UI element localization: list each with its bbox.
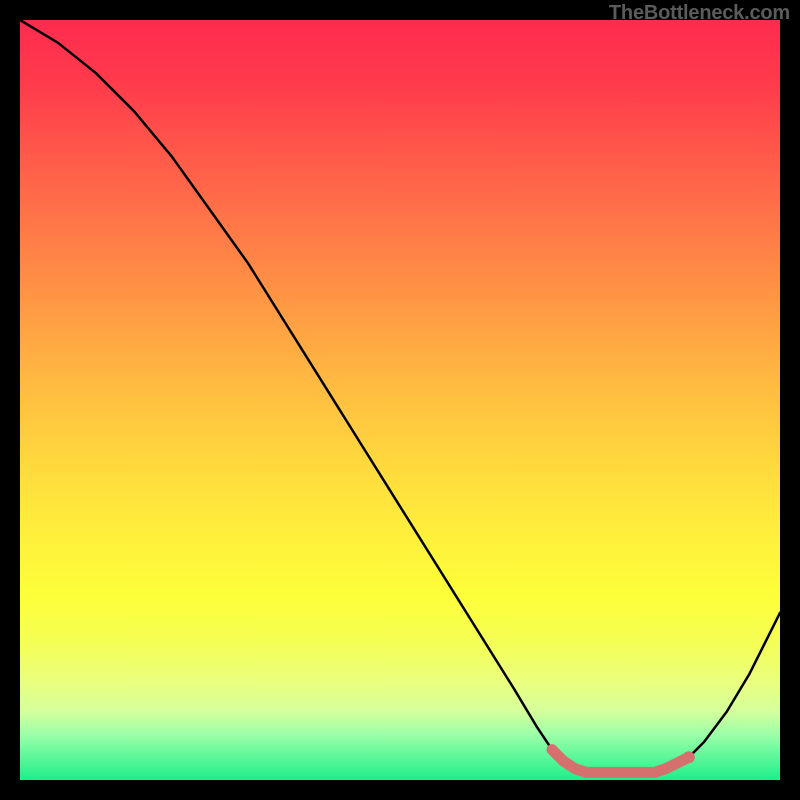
watermark-label: TheBottleneck.com: [609, 2, 790, 25]
plot-area: [20, 20, 780, 780]
valley-highlight: [20, 20, 780, 780]
chart-frame: TheBottleneck.com: [0, 0, 800, 800]
